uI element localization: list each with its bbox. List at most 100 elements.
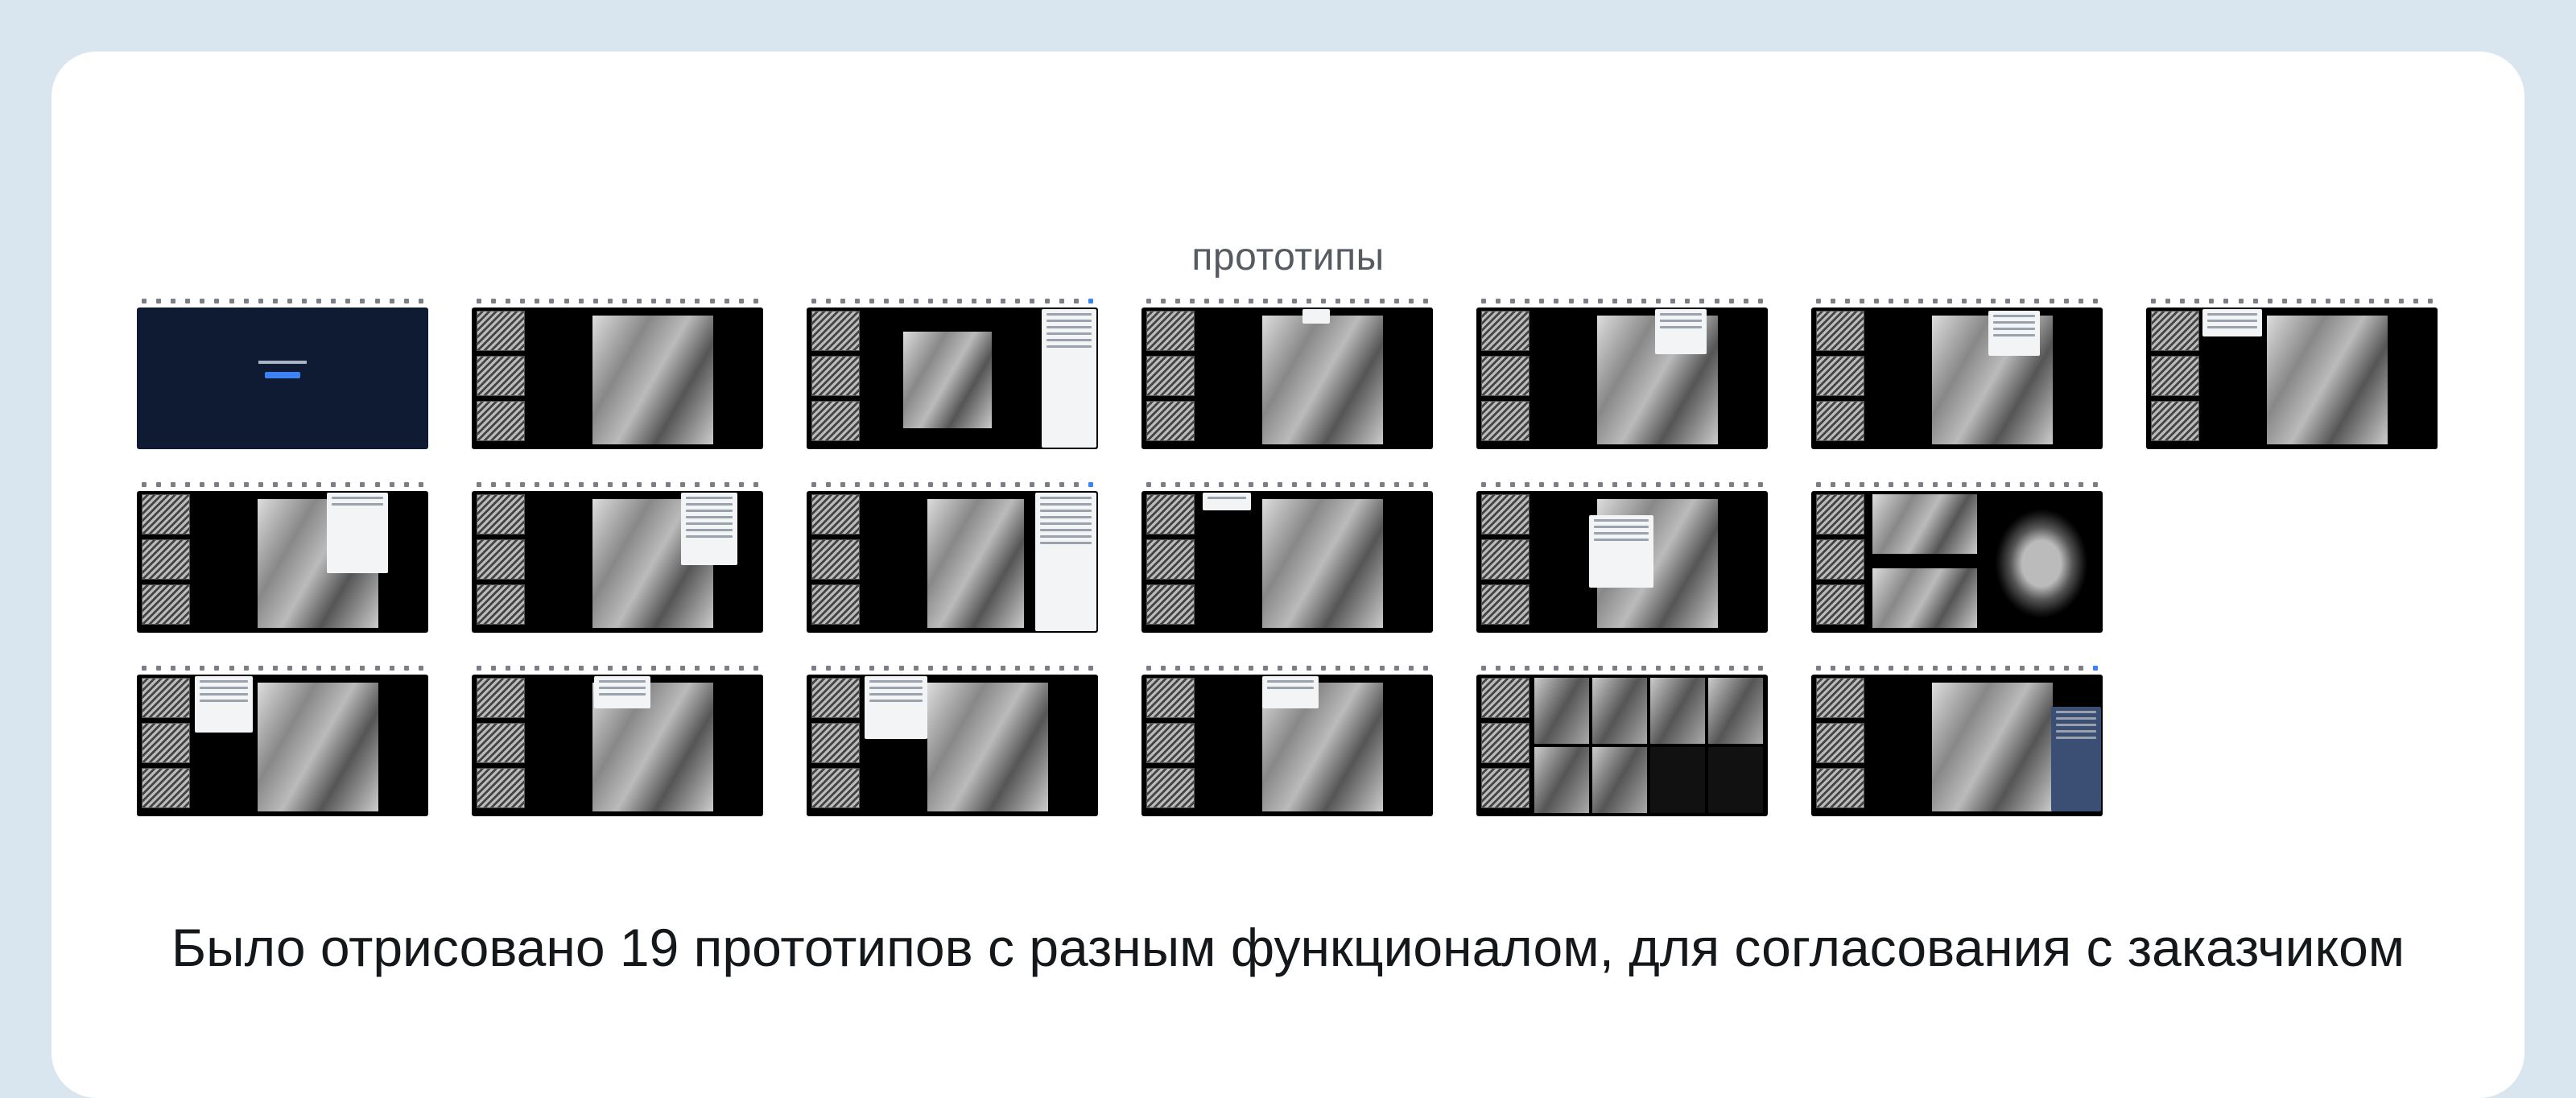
prototype-thumbnail-9[interactable] [472, 478, 763, 633]
prototype-screen [472, 491, 763, 633]
toolbar [137, 662, 428, 675]
prototype-screen [807, 675, 1098, 816]
series-thumbnails [1816, 678, 1864, 813]
prototype-screen [137, 675, 428, 816]
prototype-screen [807, 308, 1098, 449]
prototype-screen [1811, 675, 2103, 816]
prototype-screen [472, 675, 763, 816]
prototype-screen [137, 308, 428, 449]
toolbar [1476, 295, 1768, 308]
ct-sagittal-view [1872, 494, 1977, 554]
series-thumbnails [1481, 311, 1530, 446]
prototype-thumbnail-19[interactable] [1811, 662, 2103, 816]
prototype-screen [2146, 308, 2438, 449]
toolbar [2146, 295, 2438, 308]
toolbar [137, 295, 428, 308]
prototype-thumbnail-1[interactable] [137, 295, 428, 449]
series-thumbnails [1816, 311, 1864, 446]
dialog-popup [1988, 311, 2040, 356]
prototype-thumbnail-14[interactable] [137, 662, 428, 816]
mri-image [1262, 499, 1383, 628]
series-thumbnails [142, 494, 190, 629]
prototype-screen [472, 308, 763, 449]
series-thumbnails [1146, 311, 1195, 446]
mri-image [1262, 316, 1383, 444]
info-popup [1203, 493, 1251, 510]
series-thumbnails [477, 311, 525, 446]
toolbar [807, 295, 1098, 308]
series-thumbnails [477, 678, 525, 813]
list-popup [2202, 309, 2262, 336]
toolbar [1811, 295, 2103, 308]
prototype-screen [1141, 491, 1433, 633]
toolbar [137, 478, 428, 491]
prototype-thumbnail-4[interactable] [1141, 295, 1433, 449]
prototype-screen [807, 491, 1098, 633]
checkbox-popup [195, 676, 253, 733]
tooltip-popup [1262, 676, 1319, 708]
series-thumbnails [811, 494, 860, 629]
prototype-thumbnail-5[interactable] [1476, 295, 1768, 449]
mri-image [903, 332, 992, 428]
prototype-thumbnail-12[interactable] [1476, 478, 1768, 633]
toolbar [1476, 478, 1768, 491]
toolbar [807, 662, 1098, 675]
series-thumbnails [142, 678, 190, 813]
series-thumbnails [1481, 678, 1530, 813]
color-popup [865, 676, 927, 739]
toolbar [1141, 662, 1433, 675]
diagram-panel [327, 493, 388, 573]
prototype-thumbnail-8[interactable] [137, 478, 428, 633]
prototype-screen [1811, 491, 2103, 633]
side-panel [1035, 493, 1096, 631]
series-thumbnails [1146, 494, 1195, 629]
toolbar [472, 478, 763, 491]
prototype-thumbnail-6[interactable] [1811, 295, 2103, 449]
series-thumbnails [1816, 494, 1864, 629]
series-thumbnails [1146, 678, 1195, 813]
prototype-thumbnail-16[interactable] [807, 662, 1098, 816]
menu-popup [1655, 309, 1707, 354]
form-dialog [1589, 515, 1653, 588]
mri-image [1932, 683, 2053, 811]
prototype-thumbnail-10[interactable] [807, 478, 1098, 633]
toolbar [1141, 478, 1433, 491]
caption: Было отрисовано 19 прототипов с разным ф… [171, 918, 2405, 977]
prototype-screen [1141, 675, 1433, 816]
ct-coronal-view [1872, 568, 1977, 628]
prototype-screen [1476, 308, 1768, 449]
prototype-thumbnail-7[interactable] [2146, 295, 2438, 449]
layout-popup [1302, 309, 1330, 324]
toolbar [1811, 478, 2103, 491]
settings-panel [1042, 309, 1096, 448]
right-panel [2051, 707, 2101, 811]
prototype-thumbnail-17[interactable] [1141, 662, 1433, 816]
prototype-thumbnail-3[interactable] [807, 295, 1098, 449]
prototype-thumbnail-13[interactable] [1811, 478, 2103, 633]
prototype-thumbnail-11[interactable] [1141, 478, 1433, 633]
series-thumbnails [477, 494, 525, 629]
prototype-thumbnail-18[interactable] [1476, 662, 1768, 816]
prototype-thumbnail-15[interactable] [472, 662, 763, 816]
series-thumbnails [1481, 494, 1530, 629]
prototype-screen [1141, 308, 1433, 449]
toolbar [472, 662, 763, 675]
upload-prompt [137, 361, 428, 378]
mri-image [592, 316, 713, 444]
prototype-screen [1811, 308, 2103, 449]
series-thumbnails [811, 311, 860, 446]
toolbar [1811, 662, 2103, 675]
toolbar [472, 295, 763, 308]
toolbar [807, 478, 1098, 491]
mri-image [927, 683, 1048, 811]
ct-axial-view [1987, 499, 2096, 628]
multi-series-grid [1534, 678, 1763, 813]
prototype-screen [137, 491, 428, 633]
mri-image [927, 499, 1024, 628]
mri-image [258, 683, 378, 811]
series-thumbnails [811, 678, 860, 813]
series-thumbnails [2151, 311, 2199, 446]
prototype-screen [1476, 491, 1768, 633]
note-popup [594, 676, 650, 708]
prototype-thumbnail-2[interactable] [472, 295, 763, 449]
